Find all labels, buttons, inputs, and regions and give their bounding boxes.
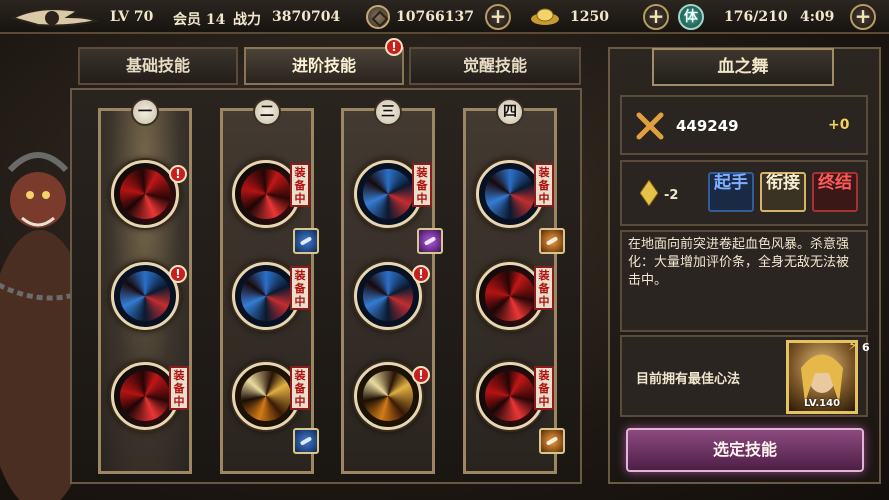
- equipped-badge: 装备中: [169, 366, 189, 410]
- equipped-badge: 装备中: [290, 266, 310, 310]
- silver-coin-icon: [366, 5, 390, 29]
- skill-power-bonus: +0: [828, 117, 850, 133]
- equipped-badge: 装备中: [534, 266, 554, 310]
- column-number-3: 三: [374, 98, 402, 126]
- power-label: 战力: [233, 12, 261, 28]
- equipped-badge: 装备中: [290, 366, 310, 410]
- heart-method-level: LV.140: [803, 398, 841, 409]
- lightning-icon: ⚡: [848, 338, 858, 354]
- rune-icon[interactable]: [539, 428, 565, 454]
- stamina-amount: 176/210: [724, 9, 788, 25]
- skill-alert-icon: !: [412, 265, 430, 283]
- tab-awakening-skills[interactable]: 觉醒技能: [409, 47, 581, 85]
- skill-alert-icon: !: [169, 165, 187, 183]
- add-stamina-button[interactable]: +: [850, 4, 876, 30]
- skill-alert-icon: !: [169, 265, 187, 283]
- skill-description: 在地面向前突进卷起血色风暴。杀意强化：大量增加评价条，全身无敌无法被击中。: [628, 237, 850, 288]
- rune-icon[interactable]: [417, 228, 443, 254]
- silver-amount: 10766137: [396, 9, 474, 25]
- tab-advanced-skills[interactable]: 进阶技能: [244, 47, 404, 85]
- back-arrow-icon: [10, 8, 99, 27]
- select-skill-button[interactable]: 选定技能: [626, 428, 864, 472]
- energy-crystal-icon: [640, 180, 658, 206]
- column-number-4: 四: [496, 98, 524, 126]
- skill-power: 449249: [676, 117, 739, 135]
- column-number-1: 一: [131, 98, 159, 126]
- combo-finisher-tag: 终结: [812, 172, 858, 212]
- rune-icon[interactable]: [293, 428, 319, 454]
- gold-amount: 1250: [570, 9, 609, 25]
- heart-method-count: 6: [862, 341, 870, 354]
- vip-level: 会员 14: [173, 12, 226, 28]
- column-number-2: 二: [253, 98, 281, 126]
- equipped-badge: 装备中: [290, 163, 310, 207]
- player-level: LV 70: [110, 9, 154, 25]
- equipped-badge: 装备中: [412, 163, 432, 207]
- back-button[interactable]: [8, 3, 100, 33]
- tab-alert-icon: !: [385, 38, 403, 56]
- stamina-icon: 体: [678, 4, 704, 30]
- skill-name: 血之舞: [652, 48, 834, 86]
- best-heart-text: 目前拥有最佳心法: [636, 372, 741, 387]
- rune-icon[interactable]: [539, 228, 565, 254]
- rune-icon[interactable]: [293, 228, 319, 254]
- add-silver-button[interactable]: +: [485, 4, 511, 30]
- gold-ingot-icon: [531, 8, 559, 25]
- skill-alert-icon: !: [412, 366, 430, 384]
- crossed-swords-icon: [636, 112, 664, 140]
- energy-cost: -2: [664, 188, 679, 203]
- add-gold-button[interactable]: +: [643, 4, 669, 30]
- tab-basic-skills[interactable]: 基础技能: [78, 47, 238, 85]
- equipped-badge: 装备中: [534, 366, 554, 410]
- combo-link-tag: 衔接: [760, 172, 806, 212]
- equipped-badge: 装备中: [534, 163, 554, 207]
- combo-opener-tag: 起手: [708, 172, 754, 212]
- power-value: 3870704: [272, 9, 341, 25]
- character-portrait: [0, 152, 80, 500]
- clock-time: 4:09: [800, 9, 835, 25]
